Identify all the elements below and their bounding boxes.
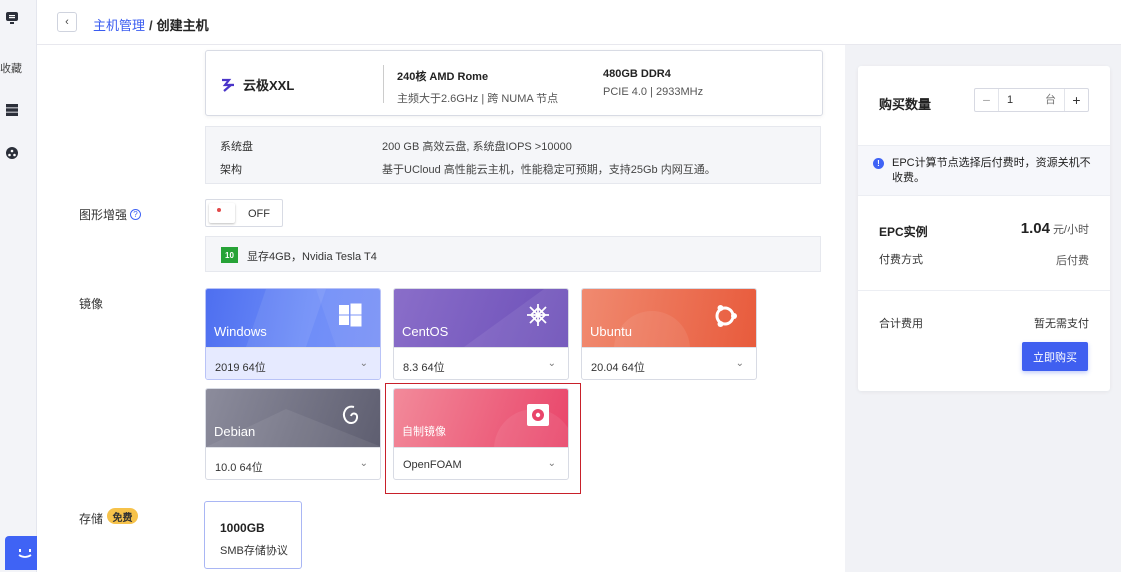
- image-version-select[interactable]: 2019 64位 ⌄: [206, 347, 380, 379]
- ubuntu-icon: [712, 303, 738, 332]
- architecture-label: 架构: [220, 164, 242, 176]
- breadcrumb-current: 创建主机: [156, 18, 209, 33]
- help-icon[interactable]: ?: [130, 209, 141, 220]
- main-content: 云极XXL 240核 AMD Rome 主频大于2.6GHz | 跨 NUMA …: [37, 45, 845, 572]
- image-version-value: 10.0 64位: [215, 462, 263, 474]
- image-name: Ubuntu: [590, 324, 632, 339]
- machine-spec-card[interactable]: 云极XXL 240核 AMD Rome 主频大于2.6GHz | 跨 NUMA …: [205, 50, 823, 116]
- architecture-value: 基于UCloud 高性能云主机，性能稳定可预期，支持25Gb 内网互通。: [382, 164, 716, 176]
- chevron-down-icon: ⌄: [735, 358, 744, 369]
- image-version-select[interactable]: 8.3 64位 ⌄: [394, 347, 568, 379]
- spec-divider: [383, 65, 384, 103]
- image-banner: CentOS: [394, 289, 568, 347]
- favorites-label[interactable]: 收藏: [0, 60, 22, 76]
- quantity-input[interactable]: 1 台: [999, 89, 1064, 111]
- quantity-stepper[interactable]: − 1 台 +: [974, 88, 1089, 112]
- epc-instance-label: EPC实例: [879, 225, 928, 239]
- top-bar: ‹ 主机管理 / 创建主机: [37, 0, 1121, 45]
- storage-label: 存储: [79, 512, 104, 526]
- image-name: CentOS: [402, 324, 449, 339]
- price: 1.04 元/小时: [1021, 220, 1089, 237]
- toggle-text: OFF: [248, 208, 270, 220]
- memory-title: 480GB DDR4: [603, 68, 671, 80]
- image-name: Windows: [214, 324, 267, 339]
- increment-button[interactable]: +: [1064, 89, 1088, 111]
- system-disk-label: 系统盘: [220, 141, 253, 153]
- image-banner: Debian: [206, 389, 380, 447]
- image-card-ubuntu[interactable]: Ubuntu 20.04 64位 ⌄: [581, 288, 757, 380]
- chevron-down-icon: ⌄: [547, 358, 556, 369]
- network-icon[interactable]: [4, 145, 20, 161]
- image-banner: Windows: [206, 289, 380, 347]
- chevron-left-icon: ‹: [65, 16, 69, 28]
- billing-notice: ! EPC计算节点选择后付费时，资源关机不收费。: [858, 145, 1110, 196]
- panel-divider: [858, 290, 1110, 291]
- buy-now-button[interactable]: 立即购买: [1022, 342, 1088, 371]
- graphics-toggle[interactable]: OFF: [205, 199, 283, 227]
- message-icon[interactable]: [4, 10, 20, 26]
- debian-icon: [340, 403, 362, 432]
- payment-method-label: 付费方式: [879, 254, 923, 266]
- chevron-down-icon: ⌄: [359, 458, 368, 469]
- cpu-title: 240核 AMD Rome: [397, 71, 489, 83]
- image-card-windows[interactable]: Windows 2019 64位 ⌄: [205, 288, 381, 380]
- brand-name: 云极XXL: [243, 78, 295, 93]
- total-label: 合计费用: [879, 318, 923, 330]
- breadcrumb-parent-link[interactable]: 主机管理: [93, 18, 145, 33]
- centos-icon: [526, 303, 550, 330]
- memory-subtitle: PCIE 4.0 | 2933MHz: [603, 86, 704, 98]
- image-version-select[interactable]: 10.0 64位 ⌄: [206, 447, 380, 479]
- payment-method-value: 后付费: [1056, 255, 1089, 267]
- quantity-value: 1: [1007, 94, 1014, 106]
- storage-option-card[interactable]: 1000GB SMB存储协议: [204, 501, 302, 569]
- memory-spec: 480GB DDR4 PCIE 4.0 | 2933MHz: [603, 68, 703, 98]
- free-badge: 免费: [107, 508, 138, 524]
- brand-logo-icon: [222, 78, 234, 92]
- quantity-unit: 台: [1045, 94, 1056, 106]
- gpu-info-box: 10 显存4GB，Nvidia Tesla T4: [205, 236, 821, 272]
- price-value: 1.04: [1020, 220, 1050, 237]
- cpu-spec: 240核 AMD Rome 主频大于2.6GHz | 跨 NUMA 节点: [397, 68, 558, 106]
- server-icon[interactable]: [4, 102, 20, 118]
- total-value: 暂无需支付: [1034, 318, 1089, 330]
- back-button[interactable]: ‹: [57, 12, 77, 32]
- left-rail: 收藏: [0, 0, 37, 572]
- storage-protocol: SMB存储协议: [220, 545, 288, 557]
- gpu-icon: 10: [221, 247, 238, 263]
- cpu-subtitle: 主频大于2.6GHz | 跨 NUMA 节点: [397, 93, 559, 105]
- chevron-down-icon: ⌄: [359, 358, 368, 369]
- brand-logo: 云极XXL: [220, 75, 294, 94]
- toggle-dot: [217, 208, 221, 212]
- disk-info-box: 系统盘 200 GB 高效云盘, 系统盘IOPS >10000 架构 基于UCl…: [205, 126, 821, 184]
- quantity-label: 购买数量: [879, 97, 932, 112]
- decrement-button[interactable]: −: [975, 89, 999, 111]
- system-disk-value: 200 GB 高效云盘, 系统盘IOPS >10000: [382, 141, 572, 153]
- gpu-text: 显存4GB，Nvidia Tesla T4: [247, 251, 377, 263]
- graphics-label: 图形增强: [79, 208, 128, 222]
- storage-size: 1000GB: [220, 521, 265, 535]
- info-icon: !: [873, 158, 884, 169]
- order-panel: 购买数量 − 1 台 + ! EPC计算节点选择后付费时，资源关机不收费。 EP…: [858, 66, 1110, 391]
- image-banner: Ubuntu: [582, 289, 756, 347]
- image-version-value: 2019 64位: [215, 362, 266, 374]
- image-label: 镜像: [79, 297, 104, 311]
- image-version-value: 8.3 64位: [403, 362, 445, 374]
- image-name: Debian: [214, 424, 256, 439]
- breadcrumb-separator: /: [149, 18, 153, 33]
- custom-image-highlight: [385, 383, 581, 494]
- image-version-value: 20.04 64位: [591, 362, 645, 374]
- image-version-select[interactable]: 20.04 64位 ⌄: [582, 347, 756, 379]
- windows-icon: [338, 303, 362, 330]
- image-card-centos[interactable]: CentOS 8.3 64位 ⌄: [393, 288, 569, 380]
- price-unit: 元/小时: [1052, 224, 1089, 236]
- notice-text: EPC计算节点选择后付费时，资源关机不收费。: [892, 157, 1091, 184]
- toggle-knob: [209, 203, 235, 223]
- breadcrumb: 主机管理 / 创建主机: [93, 15, 209, 34]
- image-card-debian[interactable]: Debian 10.0 64位 ⌄: [205, 388, 381, 480]
